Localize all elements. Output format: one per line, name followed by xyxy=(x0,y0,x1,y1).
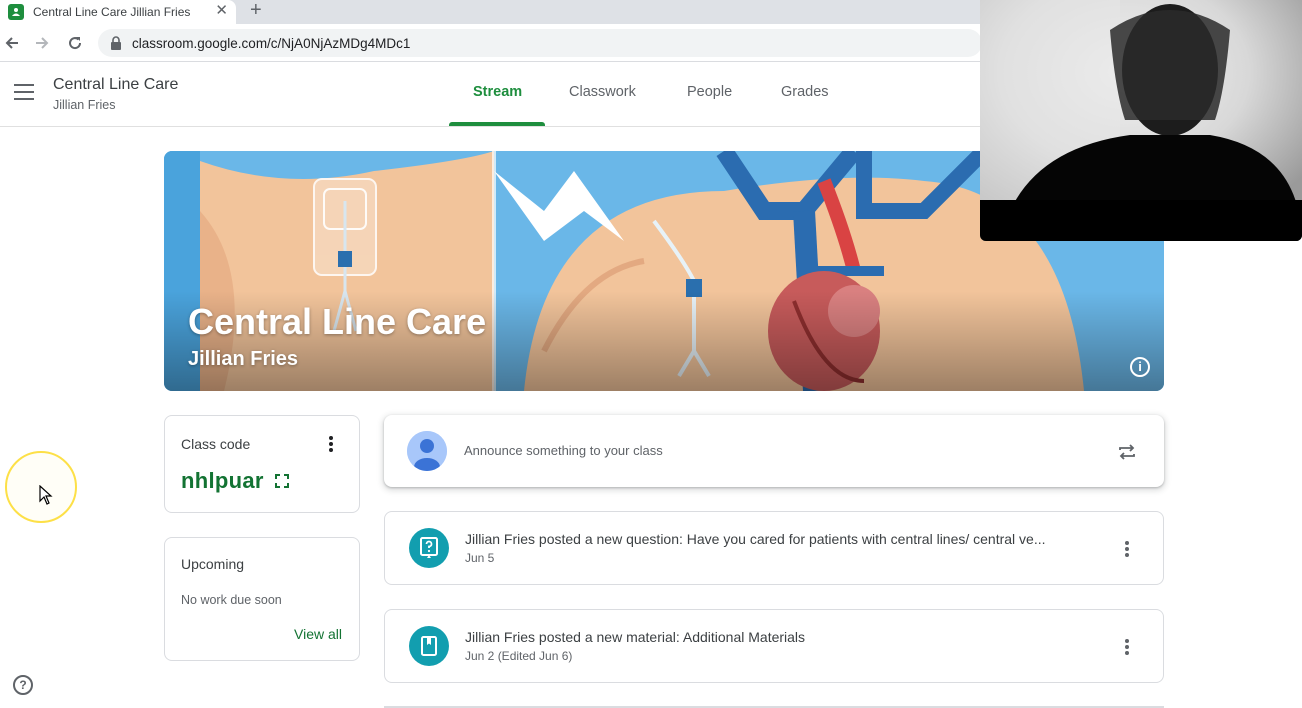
forward-arrow-icon[interactable] xyxy=(32,33,52,53)
repost-icon[interactable] xyxy=(1117,442,1137,462)
fullscreen-icon[interactable] xyxy=(275,474,289,488)
back-arrow-icon[interactable] xyxy=(2,33,22,53)
class-teacher-name: Jillian Fries xyxy=(53,98,116,112)
tab-classwork[interactable]: Classwork xyxy=(569,84,636,100)
classroom-favicon-icon xyxy=(8,4,24,20)
view-all-link[interactable]: View all xyxy=(294,626,342,642)
class-code-label: Class code xyxy=(181,436,251,452)
browser-tab-title: Central Line Care Jillian Fries xyxy=(33,5,191,19)
stream-post[interactable]: Jillian Fries posted a new material: Add… xyxy=(384,609,1164,683)
webcam-overlay xyxy=(980,0,1302,241)
class-code-value: nhlpuar xyxy=(181,468,264,493)
announce-placeholder: Announce something to your class xyxy=(464,443,663,458)
class-code-card: Class code nhlpuar xyxy=(164,415,360,513)
more-vert-icon[interactable] xyxy=(1125,541,1129,557)
user-avatar-icon xyxy=(407,431,447,471)
more-vert-icon[interactable] xyxy=(1125,639,1129,655)
help-icon[interactable]: ? xyxy=(13,675,33,695)
banner-teacher-name: Jillian Fries xyxy=(188,348,299,370)
question-icon xyxy=(409,528,449,568)
banner-class-title[interactable]: Central Line Care xyxy=(188,301,486,343)
upcoming-title: Upcoming xyxy=(181,556,245,572)
hamburger-menu-icon[interactable] xyxy=(14,84,36,102)
upcoming-empty-text: No work due soon xyxy=(181,593,282,607)
address-bar[interactable]: classroom.google.com/c/NjA0NjAzMDg4MDc1 xyxy=(98,29,982,57)
post-title: Jillian Fries posted a new question: Hav… xyxy=(465,531,1046,547)
new-tab-button[interactable]: + xyxy=(250,0,262,20)
class-name[interactable]: Central Line Care xyxy=(53,76,178,94)
avatar xyxy=(407,431,447,471)
tab-close-icon[interactable]: ✕ xyxy=(215,1,228,21)
webcam-person-image xyxy=(980,0,1302,241)
post-title: Jillian Fries posted a new material: Add… xyxy=(465,629,806,645)
tab-stream[interactable]: Stream xyxy=(473,84,522,100)
stream-post[interactable]: Jillian Fries posted a new question: Hav… xyxy=(384,511,1164,585)
info-icon[interactable]: i xyxy=(1130,357,1150,377)
tab-people[interactable]: People xyxy=(687,84,732,100)
announce-box[interactable]: Announce something to your class xyxy=(384,415,1164,487)
lock-icon xyxy=(111,36,121,50)
upcoming-card: Upcoming No work due soon View all xyxy=(164,537,360,661)
post-date: Jun 2 (Edited Jun 6) xyxy=(465,649,573,663)
post-date: Jun 5 xyxy=(465,551,495,565)
material-icon xyxy=(409,626,449,666)
browser-tab[interactable]: Central Line Care Jillian Fries ✕ xyxy=(0,0,236,24)
reload-icon[interactable] xyxy=(65,33,85,53)
active-tab-indicator xyxy=(449,122,545,126)
more-vert-icon[interactable] xyxy=(329,436,333,452)
mouse-pointer-icon xyxy=(39,485,53,505)
tab-grades[interactable]: Grades xyxy=(781,84,829,100)
address-bar-url: classroom.google.com/c/NjA0NjAzMDg4MDc1 xyxy=(132,35,411,51)
